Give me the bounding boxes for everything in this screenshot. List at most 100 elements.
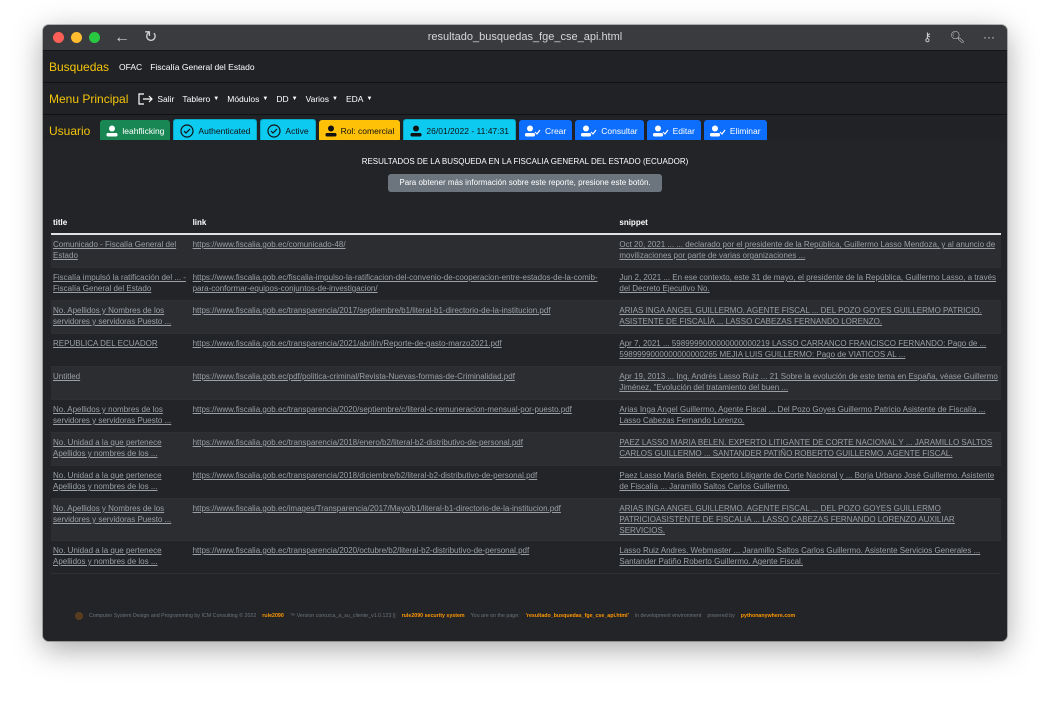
cell-title[interactable]: Fiscalía impulsó la ratificación del ...… [51, 267, 191, 301]
key-icon[interactable]: ⚷ [923, 25, 932, 50]
consultar-label: Consultar [601, 126, 638, 136]
nav-link-ofac[interactable]: OFAC [119, 62, 142, 72]
dropdown-dd-label: DD [276, 93, 289, 104]
main-menu-navbar: Menu Principal Salir Tablero ▼ Módulos ▼ D… [43, 83, 1007, 115]
column-header-link: link [190, 211, 618, 235]
username-button[interactable]: leahflicking [100, 120, 171, 142]
footer: Computer System Design and Programming b… [75, 612, 987, 620]
caret-down-icon: ▼ [291, 95, 298, 102]
back-arrow-icon[interactable]: ← [114, 25, 130, 50]
cell-link[interactable]: https://www.fiscalia.gob.ec/images/Trans… [190, 498, 618, 541]
navbar-brand-menu-principal[interactable]: Menu Principal [49, 92, 128, 106]
cell-link[interactable]: https://www.fiscalia.gob.ec/transparenci… [190, 333, 618, 367]
cell-link[interactable]: https://www.fiscalia.gob.ec/comunicado-4… [190, 234, 618, 268]
footer-credits: Computer System Design and Programming b… [89, 613, 257, 619]
cell-snippet[interactable]: Oct 20, 2021 ... ... declarado por el pr… [617, 234, 1001, 268]
cell-snippet[interactable]: Apr 7, 2021 ... 5989999000000000000219 L… [617, 333, 1001, 367]
navbar-brand-busquedas[interactable]: Busquedas [49, 60, 109, 74]
dropdown-varios[interactable]: Varios ▼ [306, 94, 338, 104]
cell-link[interactable]: https://www.fiscalia.gob.ec/transparenci… [190, 432, 618, 466]
navbar-brand-usuario[interactable]: Usuario [49, 124, 90, 138]
dropdown-varios-label: Varios [305, 93, 330, 104]
eliminar-label: Eliminar [729, 126, 761, 136]
cell-title[interactable]: Comunicado - Fiscalía General del Estado [51, 234, 191, 268]
rol-button[interactable]: Rol: comercial [318, 120, 401, 142]
person-check-icon [581, 125, 597, 137]
cell-snippet[interactable]: Arias Inga Angel Guillermo, Agente Fisca… [617, 399, 1001, 433]
cell-snippet[interactable]: ARIAS INGA ANGEL GUILLERMO. AGENTE FISCA… [617, 300, 1001, 334]
footer-host-link[interactable]: pythonanywhere.com [741, 613, 795, 619]
cell-snippet[interactable]: Paez Lasso María Belén. Experto Litigant… [617, 465, 1001, 499]
cell-title[interactable]: No. Apellidos y Nombres de los servidore… [51, 300, 191, 334]
results-table: title link snippet Comunicado - Fiscalía… [51, 211, 1001, 574]
zoom-icon[interactable]: 🔍︎ [950, 25, 965, 50]
cell-link[interactable]: https://www.fiscalia.gob.ec/fiscalia-imp… [190, 267, 618, 301]
cell-title[interactable]: Untitled [51, 366, 191, 400]
salir-link[interactable]: Salir [138, 92, 175, 105]
logout-icon [138, 92, 154, 105]
dropdown-tablero[interactable]: Tablero ▼ [182, 94, 219, 104]
cell-snippet[interactable]: Jun 2, 2021 ... En ese contexto, este 31… [617, 267, 1001, 301]
editar-label: Editar [672, 126, 695, 136]
cell-link[interactable]: https://www.fiscalia.gob.ec/transparenci… [190, 300, 618, 334]
person-icon [410, 125, 422, 137]
reload-icon[interactable]: ↻ [144, 25, 157, 50]
active-label: Active [285, 126, 309, 136]
table-row: No. Unidad a la que pertenece Apellidos … [51, 465, 1001, 499]
cell-link[interactable]: https://www.fiscalia.gob.ec/pdf/politica… [190, 366, 618, 400]
window-title: resultado_busquedas_fge_cse_api.html [427, 31, 623, 43]
table-row: No. Unidad a la que pertenece Apellidos … [51, 540, 1001, 574]
main-content: RESULTADOS DE LA BUSQUEDA EN LA FISCALIA… [43, 140, 1007, 641]
eliminar-button[interactable]: Eliminar [703, 120, 767, 142]
minimize-window-icon[interactable] [71, 32, 82, 43]
caret-down-icon: ▼ [332, 95, 338, 102]
dropdown-tablero-label: Tablero [182, 93, 211, 104]
report-info-button[interactable]: Para obtener más información sobre este … [388, 174, 662, 192]
consultar-button[interactable]: Consultar [575, 120, 644, 142]
table-row: Comunicado - Fiscalía General del Estado… [51, 234, 1001, 268]
username-label: leahflicking [122, 126, 165, 136]
footer-page-name: 'resultado_busquedas_fge_cse_api.html' [525, 613, 629, 619]
table-row: No. Unidad a la que pertenece Apellidos … [51, 432, 1001, 466]
footer-rule: rule2090 [262, 613, 284, 619]
cell-title[interactable]: No. Unidad a la que pertenece Apellidos … [51, 432, 191, 466]
browser-window: ← ↻ resultado_busquedas_fge_cse_api.html… [43, 25, 1007, 641]
person-check-icon [652, 125, 669, 137]
cell-link[interactable]: https://www.fiscalia.gob.ec/transparenci… [190, 399, 618, 433]
dropdown-dd[interactable]: DD ▼ [276, 94, 297, 104]
cell-title[interactable]: No. Unidad a la que pertenece Apellidos … [51, 540, 191, 574]
dropdown-eda-label: EDA [345, 93, 364, 104]
dropdown-eda[interactable]: EDA ▼ [346, 94, 372, 104]
table-row: Fiscalía impulsó la ratificación del ...… [51, 267, 1001, 301]
title-bar: ← ↻ resultado_busquedas_fge_cse_api.html… [43, 25, 1007, 51]
cell-title[interactable]: No. Apellidos y Nombres de los servidore… [51, 498, 191, 541]
caret-down-icon: ▼ [213, 95, 220, 102]
cell-snippet[interactable]: Apr 19, 2013 ... Ing. Andrés Lasso Ruiz … [617, 366, 1001, 400]
cell-snippet[interactable]: Lasso Ruiz Andres. Webmaster ... Jaramil… [617, 540, 1001, 574]
caret-down-icon: ▼ [262, 95, 269, 102]
salir-label: Salir [157, 93, 175, 104]
cell-snippet[interactable]: ARIAS INGA ANGEL GUILLERMO. AGENTE FISCA… [617, 498, 1001, 541]
nav-link-fiscalia[interactable]: Fiscalía General del Estado [150, 62, 254, 72]
cell-title[interactable]: REPUBLICA DEL ECUADOR [51, 333, 191, 367]
cell-link[interactable]: https://www.fiscalia.gob.ec/transparenci… [190, 540, 618, 574]
authenticated-label: Authenticated [198, 126, 251, 136]
footer-powered: powered by [707, 613, 735, 619]
cell-title[interactable]: No. Apellidos y nombres de los servidore… [51, 399, 191, 433]
maximize-window-icon[interactable] [89, 32, 100, 43]
page-title: RESULTADOS DE LA BUSQUEDA EN LA FISCALIA… [361, 157, 689, 166]
column-header-title: title [51, 211, 191, 235]
table-row: No. Apellidos y Nombres de los servidore… [51, 498, 1001, 541]
footer-environment: in development environment [634, 613, 702, 619]
dropdown-modulos[interactable]: Módulos ▼ [227, 94, 268, 104]
cell-title[interactable]: No. Unidad a la que pertenece Apellidos … [51, 465, 191, 499]
close-window-icon[interactable] [53, 32, 64, 43]
cell-snippet[interactable]: PAEZ LASSO MARIA BELEN. EXPERTO LITIGANT… [617, 432, 1001, 466]
cell-link[interactable]: https://www.fiscalia.gob.ec/transparenci… [190, 465, 618, 499]
dropdown-modulos-label: Módulos [227, 93, 260, 104]
table-row: REPUBLICA DEL ECUADOR https://www.fiscal… [51, 333, 1001, 367]
crear-button[interactable]: Crear [518, 120, 573, 142]
more-icon[interactable]: ··· [983, 25, 995, 50]
editar-button[interactable]: Editar [646, 120, 701, 142]
datetime-label: 26/01/2022 - 11:47:31 [426, 126, 509, 136]
